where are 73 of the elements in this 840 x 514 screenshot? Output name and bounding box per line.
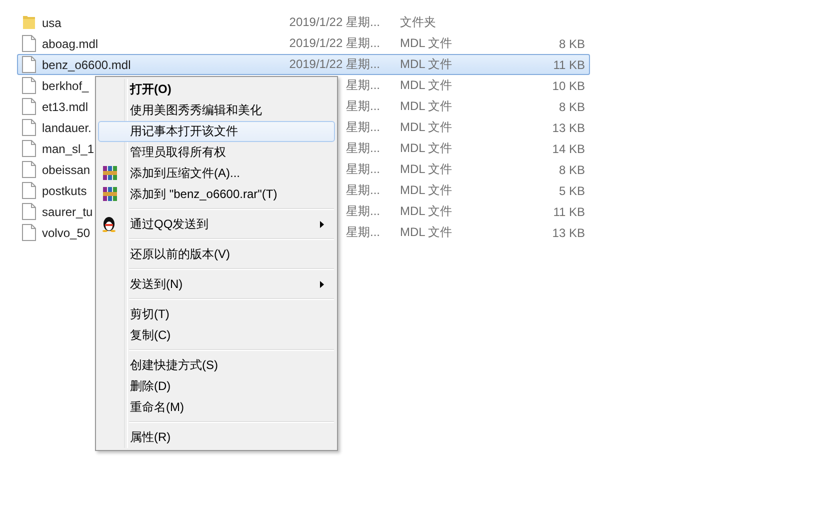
file-icon bbox=[22, 161, 36, 178]
file-name: postkuts bbox=[42, 184, 87, 198]
file-name: man_sl_1 bbox=[42, 142, 94, 156]
file-type: MDL 文件 bbox=[400, 35, 454, 52]
file-size: 11 KB bbox=[553, 204, 585, 218]
menu-item[interactable]: 添加到压缩文件(A)... bbox=[98, 163, 335, 184]
file-date: 2019/1/22 星期... bbox=[289, 56, 380, 73]
file-icon bbox=[22, 119, 36, 136]
menu-item[interactable]: 管理员取得所有权 bbox=[98, 142, 335, 163]
file-date: 星期... bbox=[346, 203, 380, 220]
file-date: 2019/1/22 星期... bbox=[289, 35, 380, 52]
file-name: et13.mdl bbox=[42, 100, 88, 114]
selected-file-row[interactable]: benz_o6600.mdl 2019/1/22 星期... MDL 文件 11 KB bbox=[17, 54, 590, 75]
file-size: 5 KB bbox=[558, 184, 585, 198]
menu-item[interactable]: 发送到(N) bbox=[98, 274, 335, 295]
file-size: 13 KB bbox=[552, 226, 585, 240]
file-type: MDL 文件 bbox=[400, 224, 454, 241]
file-date: 星期... bbox=[346, 98, 380, 115]
folder-icon bbox=[22, 14, 36, 30]
file-type: MDL 文件 bbox=[400, 56, 454, 73]
file-icon bbox=[22, 182, 36, 199]
archive-icon bbox=[102, 186, 118, 202]
menu-item[interactable]: 通过QQ发送到 bbox=[98, 214, 335, 235]
file-size: 8 KB bbox=[558, 100, 585, 114]
menu-item[interactable]: 删除(D) bbox=[98, 376, 335, 397]
file-name: obeissan bbox=[42, 162, 90, 176]
menu-item[interactable]: 创建快捷方式(S) bbox=[98, 355, 335, 376]
file-date: 星期... bbox=[346, 77, 380, 94]
file-type: MDL 文件 bbox=[400, 161, 454, 178]
file-name: landauer. bbox=[42, 120, 92, 134]
file-date: 星期... bbox=[346, 140, 380, 157]
file-date: 星期... bbox=[346, 182, 380, 199]
file-icon bbox=[22, 77, 36, 94]
file-name: aboag.mdl bbox=[42, 36, 98, 50]
archive-icon bbox=[102, 165, 118, 181]
menu-item[interactable]: 添加到 "benz_o6600.rar"(T) bbox=[98, 184, 335, 205]
file-date: 星期... bbox=[346, 224, 380, 241]
menu-item[interactable]: 用记事本打开该文件 bbox=[98, 121, 335, 142]
menu-item[interactable]: 重命名(M) bbox=[98, 397, 335, 418]
file-icon bbox=[22, 224, 36, 241]
file-size: 13 KB bbox=[552, 120, 585, 134]
file-type: 文件夹 bbox=[400, 14, 437, 31]
menu-item[interactable]: 剪切(T) bbox=[98, 304, 335, 325]
menu-item[interactable]: 属性(R) bbox=[98, 427, 335, 448]
file-type: MDL 文件 bbox=[400, 203, 454, 220]
file-icon bbox=[22, 203, 36, 220]
file-date: 2019/1/22 星期... bbox=[289, 14, 380, 31]
file-icon bbox=[22, 56, 36, 73]
file-type: MDL 文件 bbox=[400, 98, 454, 115]
file-name: benz_o6600.mdl bbox=[42, 58, 131, 72]
file-size: 10 KB bbox=[552, 78, 585, 92]
file-icon bbox=[22, 35, 36, 52]
file-size: 8 KB bbox=[558, 36, 585, 50]
menu-item[interactable]: 打开(O) bbox=[98, 79, 335, 100]
file-type: MDL 文件 bbox=[400, 140, 454, 157]
file-icon bbox=[22, 98, 36, 115]
file-icon bbox=[22, 140, 36, 157]
file-name: usa bbox=[42, 16, 62, 30]
file-size: 14 KB bbox=[552, 142, 585, 156]
file-type: MDL 文件 bbox=[400, 77, 454, 94]
menu-item[interactable]: 还原以前的版本(V) bbox=[98, 244, 335, 265]
file-name: volvo_50 bbox=[42, 226, 90, 240]
file-type: MDL 文件 bbox=[400, 119, 454, 136]
file-name: berkhof_ bbox=[42, 78, 89, 92]
file-size: 8 KB bbox=[558, 162, 585, 176]
menu-item[interactable]: 使用美图秀秀编辑和美化 bbox=[98, 100, 335, 121]
file-name: saurer_tu bbox=[42, 204, 93, 218]
file-type: MDL 文件 bbox=[400, 182, 454, 199]
menu-item[interactable]: 复制(C) bbox=[98, 325, 335, 346]
file-date: 星期... bbox=[346, 119, 380, 136]
file-size: 11 KB bbox=[553, 58, 585, 72]
penguin-icon bbox=[102, 216, 116, 232]
file-date: 星期... bbox=[346, 161, 380, 178]
